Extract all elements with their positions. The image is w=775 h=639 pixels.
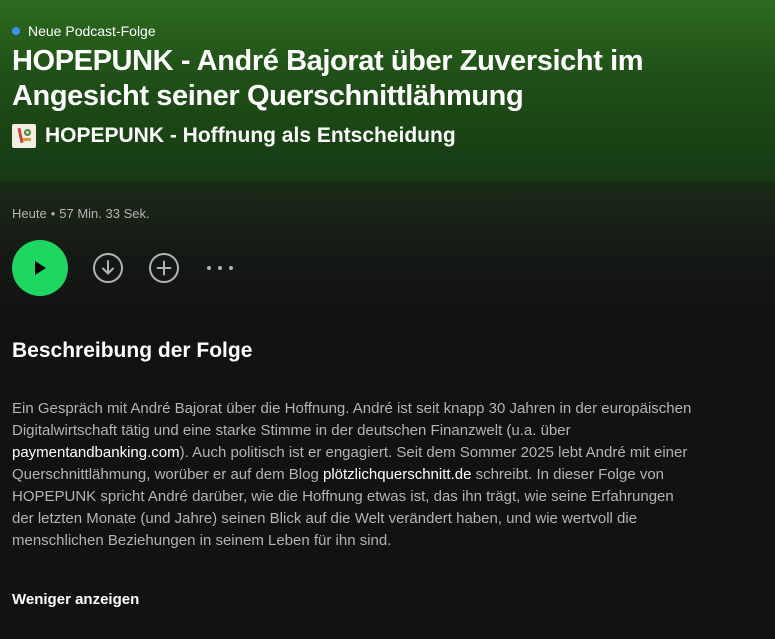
new-episode-dot xyxy=(12,27,20,35)
more-options-button[interactable] xyxy=(204,252,236,284)
blog-link[interactable]: plötzlichquerschnitt.de xyxy=(323,466,471,483)
show-link[interactable]: HOPEPUNK - Hoffnung als Entscheidung xyxy=(12,122,763,150)
more-options-icon xyxy=(207,266,233,270)
show-cover-art xyxy=(12,124,36,148)
eyebrow: Neue Podcast-Folge xyxy=(12,22,763,40)
release-date: Heute xyxy=(12,206,47,221)
show-title[interactable]: HOPEPUNK - Hoffnung als Entscheidung xyxy=(45,124,456,148)
episode-duration: 57 Min. 33 Sek. xyxy=(59,206,150,221)
description-heading: Beschreibung der Folge xyxy=(12,339,253,362)
meta-separator: • xyxy=(50,206,56,221)
add-icon xyxy=(149,253,179,283)
episode-title: HOPEPUNK - André Bajorat über Zuversicht… xyxy=(12,45,644,112)
download-icon xyxy=(93,253,123,283)
episode-description: Ein Gespräch mit André Bajorat über die … xyxy=(12,398,692,552)
episode-meta: Heute • 57 Min. 33 Sek. xyxy=(12,206,150,221)
eyebrow-label: Neue Podcast-Folge xyxy=(28,23,156,39)
download-button[interactable] xyxy=(92,252,124,284)
description-text: Ein Gespräch mit André Bajorat über die … xyxy=(12,400,692,439)
play-icon xyxy=(35,261,46,275)
paymentandbanking-link[interactable]: paymentandbanking.com xyxy=(12,444,180,461)
action-bar xyxy=(12,240,236,296)
show-less-button[interactable]: Weniger anzeigen xyxy=(12,591,139,608)
episode-header: Neue Podcast-Folge HOPEPUNK - André Bajo… xyxy=(0,0,775,182)
play-button[interactable] xyxy=(12,240,68,296)
add-to-library-button[interactable] xyxy=(148,252,180,284)
